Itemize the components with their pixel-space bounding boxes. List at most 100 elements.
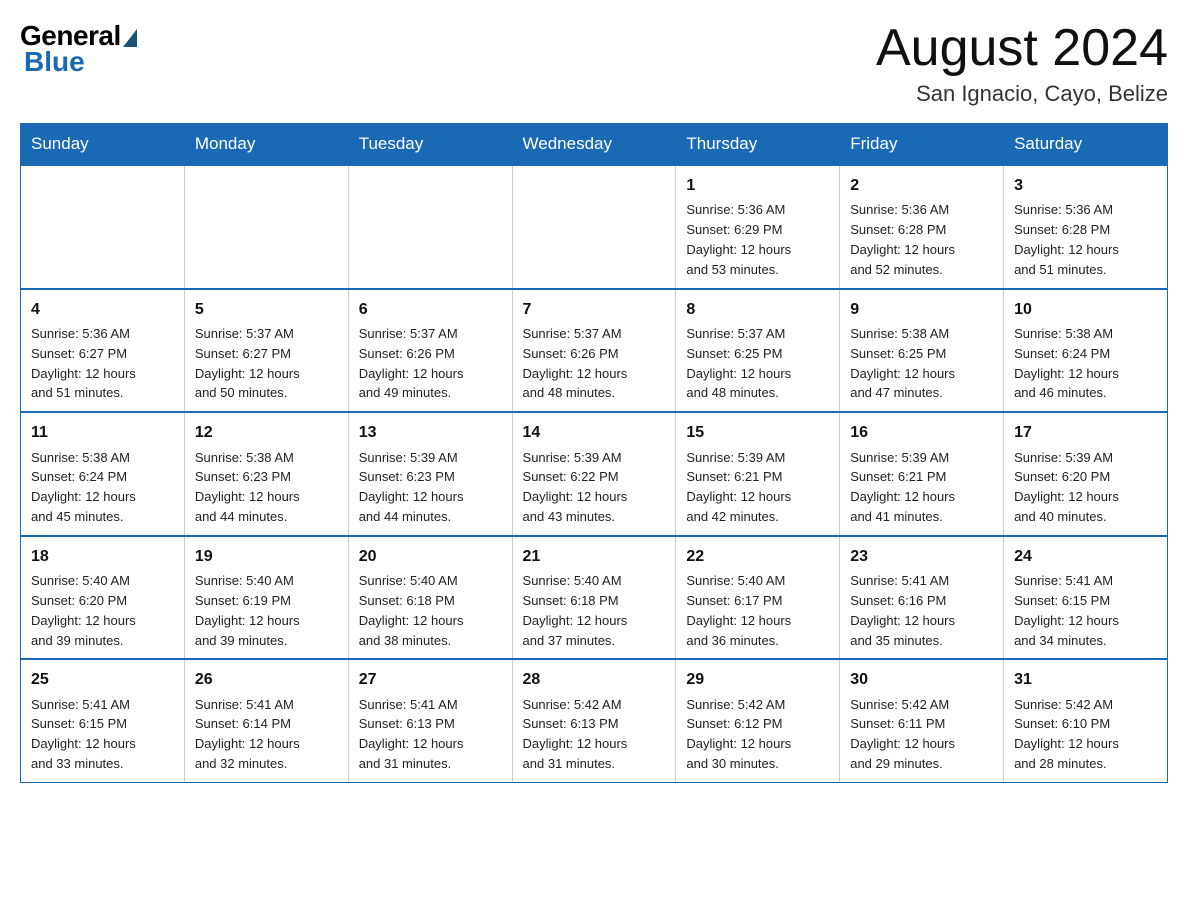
calendar-cell: 24Sunrise: 5:41 AM Sunset: 6:15 PM Dayli…	[1004, 536, 1168, 660]
day-info: Sunrise: 5:39 AM Sunset: 6:21 PM Dayligh…	[850, 450, 955, 525]
day-number: 22	[686, 545, 829, 568]
calendar-week-row: 11Sunrise: 5:38 AM Sunset: 6:24 PM Dayli…	[21, 412, 1168, 536]
day-info: Sunrise: 5:36 AM Sunset: 6:29 PM Dayligh…	[686, 202, 791, 277]
day-info: Sunrise: 5:40 AM Sunset: 6:18 PM Dayligh…	[359, 573, 464, 648]
calendar-cell: 20 Sunrise: 5:40 AM Sunset: 6:18 PM Dayli…	[348, 536, 512, 660]
day-number: 19	[195, 545, 338, 568]
day-number: 26	[195, 668, 338, 691]
weekday-header-wednesday: Wednesday	[512, 124, 676, 166]
day-info: Sunrise: 5:42 AM Sunset: 6:12 PM Dayligh…	[686, 697, 791, 772]
day-info: Sunrise: 5:41 AM Sunset: 6:14 PM Dayligh…	[195, 697, 300, 772]
day-number: 20	[359, 545, 502, 568]
calendar-cell: 16Sunrise: 5:39 AM Sunset: 6:21 PM Dayli…	[840, 412, 1004, 536]
calendar-cell: 6 Sunrise: 5:37 AM Sunset: 6:26 PM Daylig…	[348, 289, 512, 413]
day-info: Sunrise: 5:37 AM Sunset: 6:26 PM Dayligh…	[359, 326, 464, 401]
calendar-table: SundayMondayTuesdayWednesdayThursdayFrid…	[20, 123, 1168, 783]
day-number: 9	[850, 298, 993, 321]
weekday-header-tuesday: Tuesday	[348, 124, 512, 166]
day-number: 11	[31, 421, 174, 444]
calendar-week-row: 25Sunrise: 5:41 AM Sunset: 6:15 PM Dayli…	[21, 659, 1168, 782]
calendar-cell	[21, 165, 185, 289]
calendar-cell: 28Sunrise: 5:42 AM Sunset: 6:13 PM Dayli…	[512, 659, 676, 782]
weekday-header-thursday: Thursday	[676, 124, 840, 166]
calendar-cell	[348, 165, 512, 289]
day-info: Sunrise: 5:40 AM Sunset: 6:18 PM Dayligh…	[523, 573, 628, 648]
calendar-week-row: 4 Sunrise: 5:36 AM Sunset: 6:27 PM Daylig…	[21, 289, 1168, 413]
calendar-cell	[184, 165, 348, 289]
day-number: 21	[523, 545, 666, 568]
calendar-cell: 18Sunrise: 5:40 AM Sunset: 6:20 PM Dayli…	[21, 536, 185, 660]
calendar-week-row: 18Sunrise: 5:40 AM Sunset: 6:20 PM Dayli…	[21, 536, 1168, 660]
day-number: 12	[195, 421, 338, 444]
day-number: 8	[686, 298, 829, 321]
day-info: Sunrise: 5:41 AM Sunset: 6:13 PM Dayligh…	[359, 697, 464, 772]
day-number: 30	[850, 668, 993, 691]
day-number: 15	[686, 421, 829, 444]
calendar-cell: 14 Sunrise: 5:39 AM Sunset: 6:22 PM Dayli…	[512, 412, 676, 536]
calendar-cell: 29Sunrise: 5:42 AM Sunset: 6:12 PM Dayli…	[676, 659, 840, 782]
day-number: 23	[850, 545, 993, 568]
day-number: 28	[523, 668, 666, 691]
day-number: 18	[31, 545, 174, 568]
day-number: 31	[1014, 668, 1157, 691]
calendar-cell: 13 Sunrise: 5:39 AM Sunset: 6:23 PM Dayli…	[348, 412, 512, 536]
day-info: Sunrise: 5:42 AM Sunset: 6:10 PM Dayligh…	[1014, 697, 1119, 772]
day-number: 17	[1014, 421, 1157, 444]
day-info: Sunrise: 5:39 AM Sunset: 6:22 PM Dayligh…	[523, 450, 628, 525]
logo: General Blue	[20, 20, 137, 78]
title-block: August 2024 San Ignacio, Cayo, Belize	[876, 20, 1168, 107]
day-info: Sunrise: 5:39 AM Sunset: 6:20 PM Dayligh…	[1014, 450, 1119, 525]
calendar-cell: 2 Sunrise: 5:36 AM Sunset: 6:28 PM Daylig…	[840, 165, 1004, 289]
day-number: 25	[31, 668, 174, 691]
weekday-header-monday: Monday	[184, 124, 348, 166]
calendar-week-row: 1Sunrise: 5:36 AM Sunset: 6:29 PM Daylig…	[21, 165, 1168, 289]
logo-arrow-icon	[123, 29, 137, 47]
day-number: 6	[359, 298, 502, 321]
day-number: 13	[359, 421, 502, 444]
calendar-cell: 19Sunrise: 5:40 AM Sunset: 6:19 PM Dayli…	[184, 536, 348, 660]
weekday-header-sunday: Sunday	[21, 124, 185, 166]
day-info: Sunrise: 5:41 AM Sunset: 6:15 PM Dayligh…	[1014, 573, 1119, 648]
page-header: General Blue August 2024 San Ignacio, Ca…	[20, 20, 1168, 107]
day-number: 27	[359, 668, 502, 691]
month-title: August 2024	[876, 20, 1168, 77]
day-info: Sunrise: 5:39 AM Sunset: 6:21 PM Dayligh…	[686, 450, 791, 525]
location-subtitle: San Ignacio, Cayo, Belize	[876, 81, 1168, 107]
weekday-header-friday: Friday	[840, 124, 1004, 166]
day-info: Sunrise: 5:40 AM Sunset: 6:17 PM Dayligh…	[686, 573, 791, 648]
calendar-cell: 25Sunrise: 5:41 AM Sunset: 6:15 PM Dayli…	[21, 659, 185, 782]
calendar-cell: 30Sunrise: 5:42 AM Sunset: 6:11 PM Dayli…	[840, 659, 1004, 782]
day-number: 14	[523, 421, 666, 444]
day-info: Sunrise: 5:38 AM Sunset: 6:23 PM Dayligh…	[195, 450, 300, 525]
calendar-cell: 12 Sunrise: 5:38 AM Sunset: 6:23 PM Dayli…	[184, 412, 348, 536]
calendar-cell: 26 Sunrise: 5:41 AM Sunset: 6:14 PM Dayli…	[184, 659, 348, 782]
calendar-cell: 8Sunrise: 5:37 AM Sunset: 6:25 PM Daylig…	[676, 289, 840, 413]
day-number: 7	[523, 298, 666, 321]
day-number: 3	[1014, 174, 1157, 197]
calendar-cell: 27 Sunrise: 5:41 AM Sunset: 6:13 PM Dayli…	[348, 659, 512, 782]
calendar-cell: 4 Sunrise: 5:36 AM Sunset: 6:27 PM Daylig…	[21, 289, 185, 413]
day-info: Sunrise: 5:39 AM Sunset: 6:23 PM Dayligh…	[359, 450, 464, 525]
calendar-cell: 11Sunrise: 5:38 AM Sunset: 6:24 PM Dayli…	[21, 412, 185, 536]
weekday-header-saturday: Saturday	[1004, 124, 1168, 166]
day-number: 4	[31, 298, 174, 321]
calendar-cell: 31 Sunrise: 5:42 AM Sunset: 6:10 PM Dayli…	[1004, 659, 1168, 782]
calendar-cell: 9 Sunrise: 5:38 AM Sunset: 6:25 PM Daylig…	[840, 289, 1004, 413]
calendar-cell: 10 Sunrise: 5:38 AM Sunset: 6:24 PM Dayli…	[1004, 289, 1168, 413]
day-info: Sunrise: 5:37 AM Sunset: 6:27 PM Dayligh…	[195, 326, 300, 401]
calendar-cell: 22 Sunrise: 5:40 AM Sunset: 6:17 PM Dayli…	[676, 536, 840, 660]
calendar-cell: 5 Sunrise: 5:37 AM Sunset: 6:27 PM Daylig…	[184, 289, 348, 413]
calendar-cell: 15 Sunrise: 5:39 AM Sunset: 6:21 PM Dayli…	[676, 412, 840, 536]
day-info: Sunrise: 5:37 AM Sunset: 6:26 PM Dayligh…	[523, 326, 628, 401]
day-info: Sunrise: 5:36 AM Sunset: 6:28 PM Dayligh…	[1014, 202, 1119, 277]
day-number: 10	[1014, 298, 1157, 321]
calendar-cell: 23Sunrise: 5:41 AM Sunset: 6:16 PM Dayli…	[840, 536, 1004, 660]
day-number: 2	[850, 174, 993, 197]
weekday-header-row: SundayMondayTuesdayWednesdayThursdayFrid…	[21, 124, 1168, 166]
day-number: 5	[195, 298, 338, 321]
day-info: Sunrise: 5:38 AM Sunset: 6:24 PM Dayligh…	[1014, 326, 1119, 401]
calendar-cell: 7 Sunrise: 5:37 AM Sunset: 6:26 PM Daylig…	[512, 289, 676, 413]
day-info: Sunrise: 5:36 AM Sunset: 6:28 PM Dayligh…	[850, 202, 955, 277]
day-info: Sunrise: 5:38 AM Sunset: 6:25 PM Dayligh…	[850, 326, 955, 401]
day-info: Sunrise: 5:36 AM Sunset: 6:27 PM Dayligh…	[31, 326, 136, 401]
